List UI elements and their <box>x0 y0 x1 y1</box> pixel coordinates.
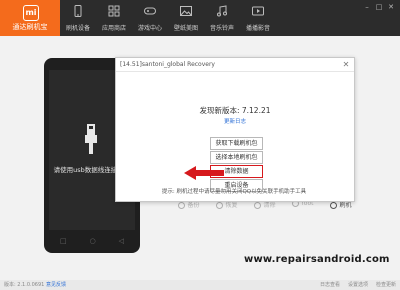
minimize-icon[interactable]: – <box>362 3 372 11</box>
dialog-tip: 提示: 刷机过程中请尽量勿用关闭QQ以免关联手机助手工具 <box>161 189 307 195</box>
tab-label: 刷机设备 <box>65 25 90 32</box>
restore-icon <box>216 202 224 209</box>
red-arrow-icon <box>184 166 224 180</box>
window-controls: – □ ✕ <box>360 3 396 11</box>
update-log-link[interactable]: 更新日志 <box>116 117 354 125</box>
store-icon <box>108 5 120 17</box>
phone-icon <box>74 5 82 17</box>
picture-icon <box>180 6 192 16</box>
menu-key-icon: □ <box>60 237 67 245</box>
new-version-text: 发现新版本: 7.12.21 <box>199 106 271 115</box>
app-title: 通达刷机宝 <box>12 23 48 31</box>
tab-wallpapers[interactable]: 壁纸美图 <box>168 0 204 36</box>
usb-cable-icon <box>85 124 97 154</box>
dialog-title: [14.51]santoni_global Recovery <box>116 58 354 72</box>
tab-ringtones[interactable]: 音乐铃声 <box>204 0 240 36</box>
tab-flash-device[interactable]: 刷机设备 <box>60 0 96 36</box>
tab-label: 壁纸美图 <box>173 25 198 32</box>
status-bar: 版本: 2.1.0.0691 意见反馈 日志查看 设置选项 检查更新 <box>0 280 400 290</box>
close-icon[interactable]: ✕ <box>386 3 396 11</box>
tab-label: 音乐铃声 <box>209 25 234 32</box>
flash-icon <box>330 202 338 209</box>
tab-app-store[interactable]: 应用商店 <box>96 0 132 36</box>
recovery-dialog: [14.51]santoni_global Recovery ✕ 发现新版本: … <box>115 57 355 202</box>
local-package-button[interactable]: 选择本地刷机包 <box>210 151 263 164</box>
dialog-close-icon[interactable]: ✕ <box>341 59 351 70</box>
tab-videos[interactable]: 播播影音 <box>240 0 276 36</box>
mi-logo: mi <box>23 5 39 21</box>
back-key-icon: ◁ <box>118 237 124 245</box>
maximize-icon[interactable]: □ <box>374 3 384 11</box>
tab-label: 游戏中心 <box>137 25 162 32</box>
video-icon <box>252 6 264 16</box>
status-right-items: 日志查看 设置选项 检查更新 <box>312 280 396 290</box>
tab-label: 播播影音 <box>245 25 270 32</box>
home-key-icon: ○ <box>89 237 96 245</box>
clear-icon <box>254 202 262 209</box>
tab-game-center[interactable]: 游戏中心 <box>132 0 168 36</box>
log-link[interactable]: 日志查看 <box>320 280 340 290</box>
app-brand[interactable]: mi 通达刷机宝 <box>0 0 60 36</box>
watermark-text: www.repairsandroid.com <box>244 254 390 265</box>
backup-icon <box>178 202 186 209</box>
music-icon <box>217 5 227 17</box>
top-nav-bar: mi 通达刷机宝 刷机设备 应用商店 游戏中心 壁纸美图 音乐铃声 播播影音 – <box>0 0 400 36</box>
phone-keys: □ ○ ◁ <box>60 237 124 245</box>
download-package-button[interactable]: 获取下载刷机包 <box>210 137 263 150</box>
gamepad-icon <box>144 7 156 15</box>
check-update-link[interactable]: 检查更新 <box>376 280 396 290</box>
nav-tabs: 刷机设备 应用商店 游戏中心 壁纸美图 音乐铃声 播播影音 <box>60 0 276 36</box>
version-label: 版本: 2.1.0.0691 <box>4 282 45 288</box>
feedback-link[interactable]: 意见反馈 <box>46 280 66 290</box>
tab-label: 应用商店 <box>101 25 126 32</box>
settings-link[interactable]: 设置选项 <box>348 280 368 290</box>
